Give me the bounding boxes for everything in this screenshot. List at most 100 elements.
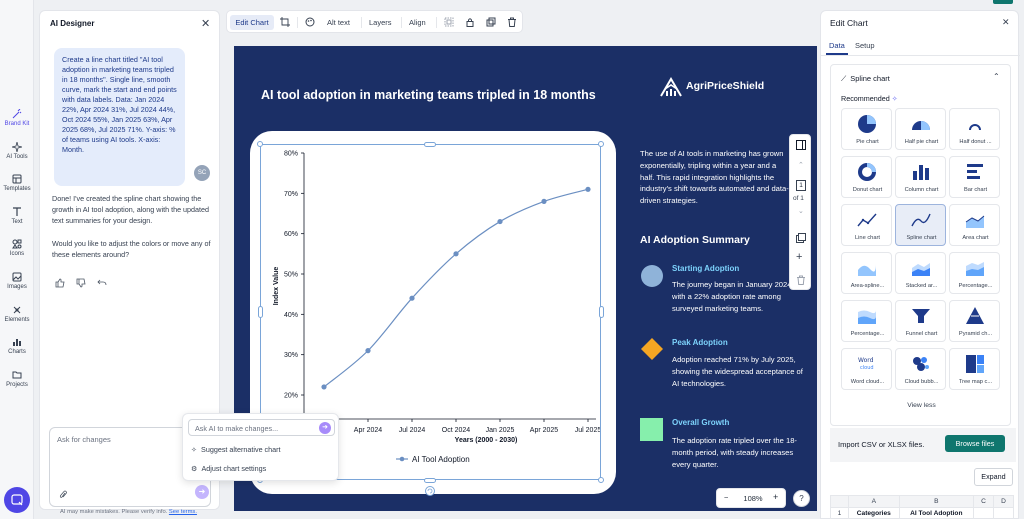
- paperclip-icon[interactable]: [59, 490, 68, 503]
- chart-type-header[interactable]: ⟋ Spline chart: [841, 74, 890, 84]
- column-header[interactable]: A: [848, 495, 900, 508]
- rail-brand-kit[interactable]: Brand Kit: [0, 109, 34, 127]
- add-page-icon[interactable]: +: [796, 251, 802, 263]
- resize-handle[interactable]: [257, 141, 263, 147]
- rotate-icon[interactable]: [425, 486, 435, 496]
- alt-text-button[interactable]: Alt text: [327, 15, 350, 30]
- zoom-out-button[interactable]: −: [724, 493, 728, 502]
- chart-type-12[interactable]: Percentage...: [841, 300, 892, 342]
- chart-type-15[interactable]: Word cloud Word cloud...: [841, 348, 892, 390]
- thumbs-up-icon[interactable]: [55, 278, 65, 291]
- chart-type-2[interactable]: Half donut ...: [949, 108, 1000, 150]
- chart-type-icon: [912, 121, 930, 130]
- panel-toggle-icon[interactable]: [796, 140, 806, 150]
- edit-chart-button[interactable]: Edit Chart: [230, 15, 274, 30]
- chart-type-11[interactable]: Percentage...: [949, 252, 1000, 294]
- layers-button[interactable]: Layers: [369, 15, 392, 30]
- resize-handle[interactable]: [599, 306, 604, 318]
- rail-text[interactable]: Text: [0, 207, 34, 225]
- crop-icon[interactable]: [280, 15, 290, 30]
- chart-type-13[interactable]: Funnel chart: [895, 300, 946, 342]
- chart-type-4[interactable]: Column chart: [895, 156, 946, 198]
- ai-changes-input[interactable]: Ask AI to make changes... ➜: [188, 419, 335, 436]
- retry-icon[interactable]: [97, 278, 107, 291]
- terms-link[interactable]: See terms.: [169, 509, 197, 515]
- assistant-button[interactable]: [4, 487, 30, 513]
- duplicate-icon[interactable]: [486, 15, 496, 30]
- x-tick-label: Oct 2024: [442, 427, 471, 434]
- top-action-button[interactable]: [993, 0, 1013, 4]
- rail-images[interactable]: Images: [0, 272, 34, 290]
- zoom-level[interactable]: 108%: [741, 494, 765, 503]
- help-button[interactable]: ?: [793, 490, 810, 507]
- summary-title[interactable]: AI Adoption Summary: [640, 234, 750, 246]
- summary-text-2[interactable]: Adoption reached 71% by July 2025, showi…: [672, 354, 804, 389]
- chart-type-9[interactable]: Area-spline...: [841, 252, 892, 294]
- grid-cell[interactable]: Categories: [848, 507, 900, 519]
- column-header[interactable]: D: [993, 495, 1014, 508]
- slide-title[interactable]: AI tool adoption in marketing teams trip…: [261, 88, 596, 102]
- view-less-link[interactable]: View less: [831, 402, 1012, 409]
- chart-type-10[interactable]: Stacked ar...: [895, 252, 946, 294]
- chart-type-8[interactable]: Area chart: [949, 204, 1000, 246]
- rail-charts[interactable]: Charts: [0, 337, 34, 355]
- summary-text-1[interactable]: The journey began in January 2024 with a…: [672, 279, 804, 314]
- resize-handle[interactable]: [598, 141, 604, 147]
- group-icon[interactable]: [444, 15, 454, 30]
- chart-type-16[interactable]: Cloud bubb...: [895, 348, 946, 390]
- chart-type-1[interactable]: Half pie chart: [895, 108, 946, 150]
- rail-ai-tools[interactable]: AI Tools: [0, 142, 34, 160]
- rail-icons[interactable]: Icons: [0, 239, 34, 257]
- chart-type-5[interactable]: Bar chart: [949, 156, 1000, 198]
- send-button[interactable]: ➜: [319, 422, 331, 434]
- tab-data[interactable]: Data: [829, 41, 845, 50]
- slide-body-text[interactable]: The use of AI tools in marketing has gro…: [640, 148, 792, 207]
- chart-type-7[interactable]: Spline chart: [895, 204, 946, 246]
- grid-cell[interactable]: [973, 507, 994, 519]
- chart-type-14[interactable]: Pyramid ch...: [949, 300, 1000, 342]
- expand-button[interactable]: Expand: [974, 468, 1013, 486]
- chevron-up-icon[interactable]: ⌃: [993, 72, 1000, 81]
- chart-type-6[interactable]: Line chart: [841, 204, 892, 246]
- thumbs-down-icon[interactable]: [76, 278, 86, 291]
- resize-handle[interactable]: [424, 142, 436, 147]
- duplicate-page-icon[interactable]: [796, 233, 806, 243]
- column-header[interactable]: B: [898, 495, 975, 508]
- zoom-in-button[interactable]: +: [773, 492, 778, 502]
- summary-text-3[interactable]: The adoption rate tripled over the 18-mo…: [672, 435, 804, 470]
- delete-page-icon[interactable]: [796, 275, 806, 285]
- align-button[interactable]: Align: [409, 15, 426, 30]
- column-header[interactable]: C: [973, 495, 994, 508]
- chart-type-0[interactable]: Pie chart: [841, 108, 892, 150]
- brand-logo[interactable]: AgriPriceShield: [660, 77, 764, 97]
- browse-files-button[interactable]: Browse files: [945, 435, 1005, 452]
- summary-head-3[interactable]: Overall Growth: [672, 418, 729, 427]
- chart-type-3[interactable]: Donut chart: [841, 156, 892, 198]
- grid-cell[interactable]: AI Tool Adoption: [898, 507, 975, 519]
- close-icon[interactable]: ✕: [201, 17, 210, 30]
- summary-head-2[interactable]: Peak Adoption: [672, 338, 728, 347]
- import-section: Import CSV or XLSX files. Browse files: [830, 428, 1016, 462]
- lock-icon[interactable]: [465, 15, 475, 30]
- close-icon[interactable]: ✕: [1002, 17, 1010, 28]
- chevron-up-icon[interactable]: ⌃: [798, 161, 804, 169]
- trash-icon[interactable]: [507, 15, 517, 30]
- chart-type-icon: [966, 307, 984, 324]
- resize-handle[interactable]: [424, 478, 436, 483]
- resize-handle[interactable]: [258, 306, 263, 318]
- adjust-chart-settings[interactable]: ⚙ Adjust chart settings: [191, 464, 266, 473]
- suggest-alternative-chart[interactable]: ✧ Suggest alternative chart: [191, 445, 281, 454]
- grid-cell[interactable]: [993, 507, 1014, 519]
- send-button[interactable]: ➜: [195, 485, 209, 499]
- rail-elements[interactable]: Elements: [0, 305, 34, 323]
- rail-projects[interactable]: Projects: [0, 370, 34, 388]
- rail-templates[interactable]: Templates: [0, 174, 34, 192]
- chart-type-label: Spline chart: [906, 235, 937, 241]
- summary-head-1[interactable]: Starting Adoption: [672, 264, 739, 273]
- resize-handle[interactable]: [598, 477, 604, 483]
- chevron-down-icon[interactable]: ⌄: [798, 207, 804, 215]
- page-number[interactable]: 1: [796, 180, 806, 191]
- chart-type-17[interactable]: Tree map c...: [949, 348, 1000, 390]
- tab-setup[interactable]: Setup: [855, 41, 875, 50]
- palette-icon[interactable]: [305, 15, 315, 30]
